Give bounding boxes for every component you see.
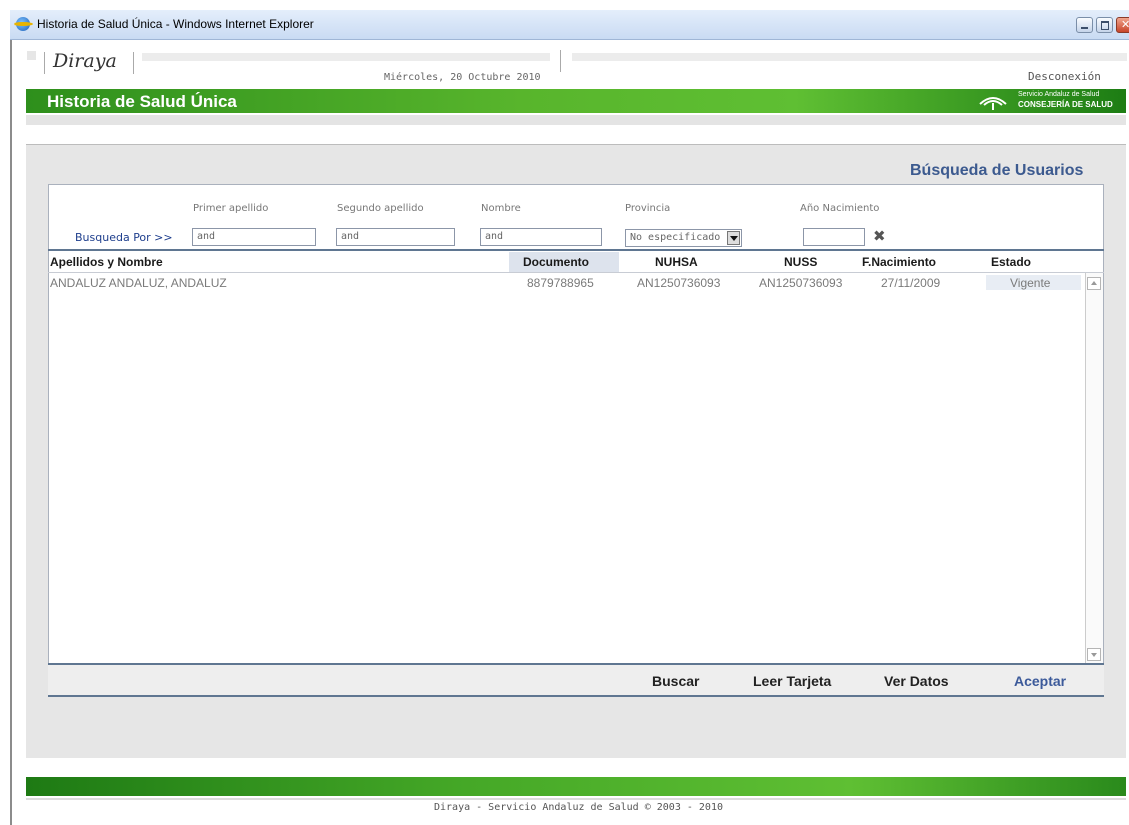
window-titlebar: Historia de Salud Única - Windows Intern…	[10, 10, 1129, 40]
close-icon[interactable]	[1116, 17, 1129, 33]
cell-estado: Vigente	[1010, 276, 1051, 290]
org-name: Servicio Andaluz de Salud	[1018, 91, 1100, 98]
scroll-up-icon[interactable]	[1087, 277, 1101, 290]
ano-nacimiento-input[interactable]	[803, 228, 865, 246]
scroll-down-icon[interactable]	[1087, 648, 1101, 661]
header-divider	[44, 52, 45, 74]
ie-icon	[13, 17, 33, 31]
label-nombre: Nombre	[481, 203, 521, 214]
primer-apellido-input[interactable]: and	[192, 228, 316, 246]
button-bar-divider	[48, 695, 1104, 697]
sas-logo-icon	[979, 97, 1007, 110]
copyright-text: Diraya - Servicio Andaluz de Salud © 200…	[434, 802, 723, 813]
nombre-input[interactable]: and	[480, 228, 602, 246]
leer-tarjeta-button[interactable]: Leer Tarjeta	[753, 673, 831, 689]
cell-nuhsa: AN1250736093	[637, 276, 721, 290]
buscar-button[interactable]: Buscar	[652, 673, 699, 689]
org-department: CONSEJERÍA DE SALUD	[1018, 100, 1113, 109]
page-title: Búsqueda de Usuarios	[910, 162, 1084, 179]
provincia-selected-value: No especificado	[630, 232, 721, 243]
clear-icon[interactable]: ✖	[873, 227, 886, 245]
logout-link[interactable]: Desconexión	[1028, 70, 1101, 83]
header-decor	[27, 51, 36, 60]
header-decor	[572, 53, 1127, 61]
column-header-nuhsa[interactable]: NUHSA	[655, 255, 698, 269]
label-segundo-apellido: Segundo apellido	[337, 203, 424, 214]
footer-divider	[26, 798, 1126, 800]
header-divider	[560, 50, 561, 72]
cell-documento: 8879788965	[527, 276, 594, 290]
provincia-select[interactable]: No especificado	[625, 229, 742, 247]
label-provincia: Provincia	[625, 203, 671, 214]
cell-nuss: AN1250736093	[759, 276, 843, 290]
minimize-icon[interactable]	[1076, 17, 1093, 33]
column-header-documento[interactable]: Documento	[523, 255, 589, 269]
table-header-divider	[48, 249, 1104, 251]
current-date: Miércoles, 20 Octubre 2010	[384, 72, 541, 83]
header-decor	[142, 53, 550, 61]
cell-nombre: ANDALUZ ANDALUZ, ANDALUZ	[50, 276, 227, 290]
segundo-apellido-input[interactable]: and	[336, 228, 455, 246]
window-border	[10, 40, 12, 825]
cell-fnacimiento: 27/11/2009	[881, 276, 941, 290]
header-divider	[133, 52, 134, 74]
table-scrollbar[interactable]	[1085, 273, 1103, 664]
label-ano-nacimiento: Año Nacimiento	[800, 203, 880, 214]
diraya-logo: Diraya	[53, 50, 117, 72]
search-by-label: Busqueda Por >>	[75, 231, 173, 244]
app-header-bar: Historia de Salud Única Servicio Andaluz…	[26, 89, 1126, 113]
header-underbar	[26, 115, 1126, 125]
column-header-nombre[interactable]: Apellidos y Nombre	[50, 255, 163, 269]
app-title: Historia de Salud Única	[47, 92, 237, 111]
aceptar-button[interactable]: Aceptar	[1014, 673, 1066, 689]
column-header-nuss[interactable]: NUSS	[784, 255, 817, 269]
footer-bar	[26, 777, 1126, 796]
label-primer-apellido: Primer apellido	[193, 203, 269, 214]
column-header-estado[interactable]: Estado	[991, 255, 1031, 269]
maximize-icon[interactable]	[1096, 17, 1113, 33]
window-title: Historia de Salud Única - Windows Intern…	[37, 17, 314, 31]
ver-datos-button[interactable]: Ver Datos	[884, 673, 949, 689]
table-header-underline	[48, 272, 1104, 273]
dropdown-arrow-icon[interactable]	[727, 231, 740, 245]
column-header-fnacimiento[interactable]: F.Nacimiento	[862, 255, 936, 269]
